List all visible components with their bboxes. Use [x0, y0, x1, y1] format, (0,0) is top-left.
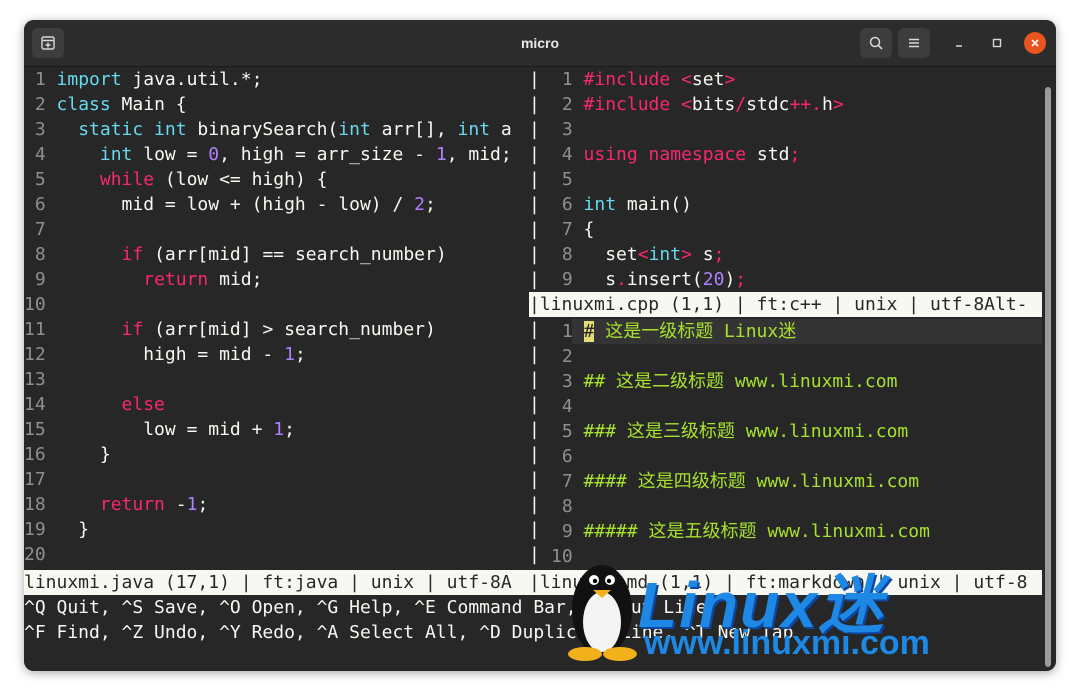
code-line: 11 if (arr[mid] > search_number) — [24, 319, 436, 340]
code-line: 4 using namespace std; — [551, 144, 801, 165]
code-line: 3 static int binarySearch(int arr[], int… — [24, 119, 512, 140]
code-line: 1 import java.util.*; — [24, 69, 263, 90]
code-line: 1 # 这是一级标题 Linux迷 — [551, 321, 797, 342]
hamburger-menu-icon — [909, 38, 919, 48]
minimize-icon — [956, 45, 962, 47]
code-line: 16 } — [24, 444, 111, 465]
cpp-status-bar: |linuxmi.cpp (1,1) | ft:c++ | unix | utf… — [529, 292, 1042, 317]
close-button[interactable] — [1024, 32, 1046, 54]
code-line: 3 ## 这是二级标题 www.linuxmi.com — [551, 371, 898, 392]
code-line: 8 if (arr[mid] == search_number) — [24, 244, 447, 265]
code-line: 17 — [24, 469, 46, 490]
code-line: 5 — [551, 169, 573, 190]
code-line: 6 int main() — [551, 194, 692, 215]
code-line: 9 return mid; — [24, 269, 263, 290]
code-line: 4 int low = 0, high = arr_size - 1, mid; — [24, 144, 512, 165]
code-line: 19 } — [24, 519, 90, 540]
title-bar: micro — [24, 20, 1056, 67]
code-line: 4 — [551, 396, 573, 417]
code-line: 3 — [551, 119, 573, 140]
code-line: 18 return -1; — [24, 494, 209, 515]
java-status-bar: linuxmi.java (17,1) | ft:java | unix | u… — [24, 570, 529, 595]
menu-button[interactable] — [898, 28, 930, 58]
minimize-button[interactable] — [944, 28, 974, 58]
maximize-button[interactable] — [982, 28, 1012, 58]
code-line: 20 — [24, 544, 46, 565]
code-line: 8 set<int> s; — [551, 244, 725, 265]
code-line: 7 #### 这是四级标题 www.linuxmi.com — [551, 471, 920, 492]
search-button[interactable] — [860, 28, 892, 58]
code-line: 6 — [551, 446, 573, 467]
code-line: 8 — [551, 496, 573, 517]
code-line: 7 { — [551, 219, 595, 240]
code-line: 10 — [24, 294, 46, 315]
code-line: 5 ### 这是三级标题 www.linuxmi.com — [551, 421, 909, 442]
close-icon — [1031, 39, 1039, 47]
code-line: 2 #include <bits/stdc++.h> — [551, 94, 844, 115]
watermark-url: www.linuxmi.com — [644, 624, 930, 662]
scrollbar[interactable] — [1045, 87, 1051, 667]
code-line: 5 while (low <= high) { — [24, 169, 328, 190]
code-line: 1 #include <set> — [551, 69, 736, 90]
code-line: 2 — [551, 346, 573, 367]
code-line: 9 s.insert(20); — [551, 269, 747, 290]
code-line: 2 class Main { — [24, 94, 187, 115]
code-line: 7 — [24, 219, 46, 240]
code-line: 12 high = mid - 1; — [24, 344, 306, 365]
search-icon — [869, 36, 883, 50]
code-line: 13 — [24, 369, 46, 390]
watermark-logo: Linux迷 www.linuxmi.com — [560, 540, 980, 670]
code-line: 14 else — [24, 394, 165, 415]
maximize-icon — [992, 38, 1002, 48]
code-line: 15 low = mid + 1; — [24, 419, 295, 440]
code-line: 6 mid = low + (high - low) / 2; — [24, 194, 436, 215]
